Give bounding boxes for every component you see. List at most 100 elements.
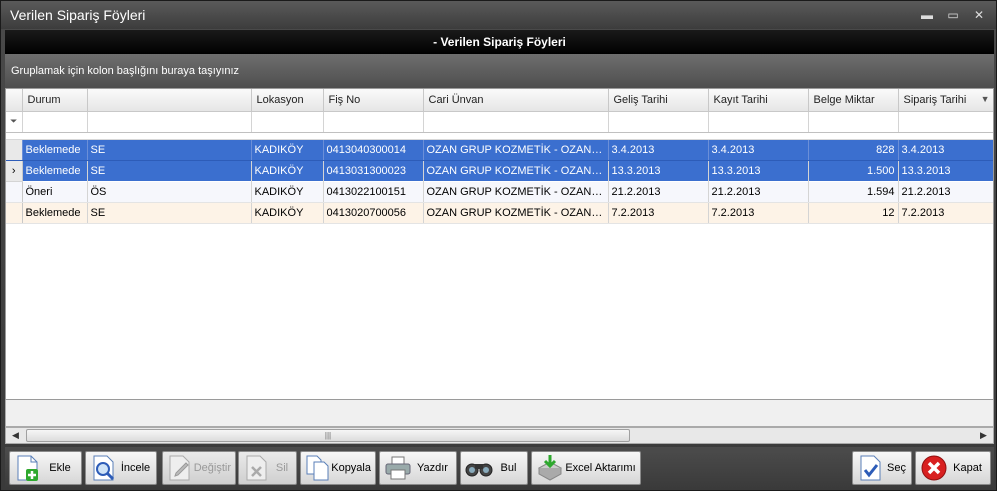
group-by-panel[interactable]: Gruplamak için kolon başlığını buraya ta…	[5, 54, 994, 88]
table-row[interactable]: Beklemede SE KADIKÖY 0413020700056 OZAN …	[6, 202, 993, 224]
title-bar: Verilen Sipariş Föyleri ▬ ▭ ✕	[1, 1, 996, 29]
table-row[interactable]: Beklemede SE KADIKÖY 0413040300014 OZAN …	[6, 139, 993, 161]
cell-cari-unvan[interactable]: OZAN GRUP KOZMETİK - OZAN O...	[423, 202, 609, 224]
column-header-kod[interactable]	[87, 89, 252, 112]
delete-button-label: Sil	[275, 462, 289, 474]
cell-lokasyon[interactable]: KADIKÖY	[251, 159, 324, 182]
horizontal-scrollbar[interactable]: ◀ ||| ▶	[5, 427, 994, 444]
cell-kayit-tarihi[interactable]: 3.4.2013	[708, 139, 809, 161]
column-header-gelis-tarihi[interactable]: Geliş Tarihi	[608, 89, 709, 112]
cell-durum[interactable]: Öneri	[22, 181, 88, 203]
filter-cell[interactable]	[708, 111, 809, 133]
orders-grid: Durum Lokasyon Fiş No Cari Ünvan Geliş T…	[5, 88, 994, 400]
add-button[interactable]: Ekle	[9, 451, 82, 485]
cell-durum[interactable]: Beklemede	[22, 139, 88, 161]
filter-cell[interactable]	[808, 111, 899, 133]
cell-belge-miktar[interactable]: 1.594	[808, 181, 899, 203]
grid-footer	[5, 400, 994, 427]
cell-cari-unvan[interactable]: OZAN GRUP KOZMETİK - OZAN O...	[423, 139, 609, 161]
sort-dropdown-icon[interactable]: ▼	[981, 94, 990, 104]
cell-fis-no[interactable]: 0413031300023	[323, 159, 424, 182]
cell-fis-no[interactable]: 0413040300014	[323, 139, 424, 161]
cell-lokasyon[interactable]: KADIKÖY	[251, 181, 324, 203]
bottom-toolbar: Ekle İncele Değiştir Sil Kopyala Yazdır …	[5, 447, 994, 489]
cell-kod[interactable]: SE	[87, 159, 252, 182]
copy-button[interactable]: Kopyala	[300, 451, 376, 485]
cell-cari-unvan[interactable]: OZAN GRUP KOZMETİK - OZAN O...	[423, 159, 609, 182]
scroll-right-icon[interactable]: ▶	[975, 428, 992, 443]
excel-export-button[interactable]: Excel Aktarımı	[531, 451, 641, 485]
cell-gelis-tarihi[interactable]: 13.3.2013	[608, 159, 709, 182]
cell-siparis-tarihi[interactable]: 3.4.2013	[898, 139, 993, 161]
filter-cell[interactable]	[323, 111, 424, 133]
copy-document-icon	[304, 453, 331, 483]
scrollbar-thumb[interactable]: |||	[26, 429, 630, 442]
excel-export-icon	[535, 453, 565, 483]
filter-row: ⏷	[6, 111, 993, 133]
excel-export-label: Excel Aktarımı	[565, 462, 636, 474]
cell-gelis-tarihi[interactable]: 3.4.2013	[608, 139, 709, 161]
cell-cari-unvan[interactable]: OZAN GRUP KOZMETİK - OZAN O...	[423, 181, 609, 203]
filter-cell[interactable]	[608, 111, 709, 133]
row-indicator	[6, 202, 23, 224]
filter-cell[interactable]	[898, 111, 993, 133]
column-header-siparis-tarihi[interactable]: Sipariş Tarihi ▼	[898, 89, 993, 112]
cell-lokasyon[interactable]: KADIKÖY	[251, 202, 324, 224]
column-header-lokasyon[interactable]: Lokasyon	[251, 89, 324, 112]
add-document-icon	[13, 453, 43, 483]
cell-kod[interactable]: SE	[87, 202, 252, 224]
select-button[interactable]: Seç	[852, 451, 912, 485]
scroll-left-icon[interactable]: ◀	[7, 428, 24, 443]
column-header-durum[interactable]: Durum	[22, 89, 88, 112]
maximize-icon[interactable]: ▭	[942, 6, 964, 24]
cell-fis-no[interactable]: 0413020700056	[323, 202, 424, 224]
cell-siparis-tarihi[interactable]: 7.2.2013	[898, 202, 993, 224]
filter-cell[interactable]	[87, 111, 252, 133]
cell-durum[interactable]: Beklemede	[22, 202, 88, 224]
column-header-kayit-tarihi[interactable]: Kayıt Tarihi	[708, 89, 809, 112]
filter-cell[interactable]	[251, 111, 324, 133]
filter-cell[interactable]	[22, 111, 88, 133]
table-row[interactable]: Öneri ÖS KADIKÖY 0413022100151 OZAN GRUP…	[6, 181, 993, 203]
magnifier-document-icon	[89, 453, 119, 483]
delete-button[interactable]: Sil	[238, 451, 297, 485]
print-button-label: Yazdır	[417, 462, 448, 474]
cell-kayit-tarihi[interactable]: 7.2.2013	[708, 202, 809, 224]
edit-document-icon	[166, 453, 194, 483]
window-controls: ▬ ▭ ✕	[916, 6, 996, 24]
close-button-label: Kapat	[953, 462, 982, 474]
cell-siparis-tarihi[interactable]: 21.2.2013	[898, 181, 993, 203]
minimize-icon[interactable]: ▬	[916, 6, 938, 24]
print-button[interactable]: Yazdır	[379, 451, 457, 485]
cell-kayit-tarihi[interactable]: 13.3.2013	[708, 159, 809, 182]
cell-durum[interactable]: Beklemede	[22, 159, 88, 182]
column-header-fis-no[interactable]: Fiş No	[323, 89, 424, 112]
cell-belge-miktar[interactable]: 12	[808, 202, 899, 224]
close-x-icon	[919, 453, 949, 483]
cell-fis-no[interactable]: 0413022100151	[323, 181, 424, 203]
find-button[interactable]: Bul	[460, 451, 528, 485]
find-button-label: Bul	[500, 462, 517, 474]
inspect-button[interactable]: İncele	[85, 451, 157, 485]
edit-button-label: Değiştir	[193, 462, 231, 474]
cell-kayit-tarihi[interactable]: 21.2.2013	[708, 181, 809, 203]
column-header-cari-unvan[interactable]: Cari Ünvan	[423, 89, 609, 112]
edit-button[interactable]: Değiştir	[162, 451, 236, 485]
cell-gelis-tarihi[interactable]: 21.2.2013	[608, 181, 709, 203]
cell-kod[interactable]: ÖS	[87, 181, 252, 203]
cell-belge-miktar[interactable]: 1.500	[808, 159, 899, 182]
binoculars-icon	[464, 453, 494, 483]
cell-gelis-tarihi[interactable]: 7.2.2013	[608, 202, 709, 224]
close-icon[interactable]: ✕	[968, 6, 990, 24]
cell-kod[interactable]: SE	[87, 139, 252, 161]
row-indicator	[6, 181, 23, 203]
cell-belge-miktar[interactable]: 828	[808, 139, 899, 161]
filter-cell[interactable]	[423, 111, 609, 133]
cell-siparis-tarihi[interactable]: 13.3.2013	[898, 159, 993, 182]
filter-icon[interactable]: ⏷	[6, 111, 23, 133]
table-row[interactable]: › Beklemede SE KADIKÖY 0413031300023 OZA…	[6, 159, 993, 182]
close-button[interactable]: Kapat	[915, 451, 991, 485]
column-header-belge-miktar[interactable]: Belge Miktar	[808, 89, 899, 112]
window-title: Verilen Sipariş Föyleri	[10, 7, 146, 23]
cell-lokasyon[interactable]: KADIKÖY	[251, 139, 324, 161]
